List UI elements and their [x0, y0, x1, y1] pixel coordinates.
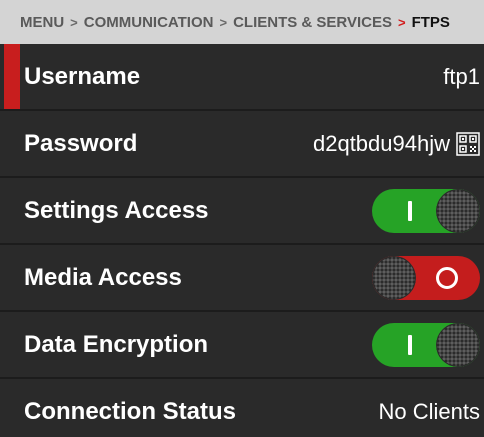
media-access-label: Media Access [24, 263, 182, 291]
breadcrumb-menu[interactable]: MENU [20, 14, 64, 31]
password-label: Password [24, 129, 138, 157]
data-encryption-toggle[interactable] [372, 322, 480, 367]
connection-status-label: Connection Status [24, 397, 237, 425]
username-text: ftp1 [443, 63, 480, 89]
breadcrumb-separator-icon: > [398, 14, 406, 30]
data-encryption-row[interactable]: Data Encryption [0, 312, 484, 379]
toggle-on-icon [408, 200, 412, 221]
username-label: Username [24, 62, 141, 90]
toggle-knob[interactable] [436, 188, 480, 233]
breadcrumb-current-ftps: FTPS [411, 13, 450, 31]
settings-access-label: Settings Access [24, 196, 209, 224]
data-encryption-label: Data Encryption [24, 330, 209, 358]
media-access-row[interactable]: Media Access [0, 245, 484, 312]
toggle-on-icon [408, 334, 412, 355]
breadcrumb-communication[interactable]: COMMUNICATION [84, 14, 214, 31]
username-row[interactable]: Username ftp1 [0, 44, 484, 111]
connection-status-value: No Clients [378, 398, 480, 424]
toggle-knob[interactable] [372, 255, 416, 300]
toggle-off-icon [436, 266, 458, 289]
connection-status-row[interactable]: Connection Status No Clients [0, 379, 484, 437]
toggle-knob[interactable] [436, 322, 480, 367]
settings-list: Username ftp1 Password d2qtbdu94hjw Sett… [0, 44, 484, 437]
password-text: d2qtbdu94hjw [312, 130, 450, 156]
settings-access-row[interactable]: Settings Access [0, 178, 484, 245]
password-value: d2qtbdu94hjw [313, 131, 480, 157]
ftps-settings-screen: MENU > COMMUNICATION > CLIENTS & SERVICE… [0, 0, 484, 437]
qr-code-icon[interactable] [456, 131, 480, 156]
media-access-toggle[interactable] [372, 255, 480, 300]
password-row[interactable]: Password d2qtbdu94hjw [0, 111, 484, 178]
breadcrumb-separator-icon: > [219, 14, 228, 30]
breadcrumb: MENU > COMMUNICATION > CLIENTS & SERVICE… [0, 0, 484, 44]
settings-access-toggle[interactable] [372, 188, 480, 233]
breadcrumb-clients-services[interactable]: CLIENTS & SERVICES [233, 14, 392, 31]
breadcrumb-separator-icon: > [70, 14, 78, 30]
username-value: ftp1 [443, 64, 480, 90]
